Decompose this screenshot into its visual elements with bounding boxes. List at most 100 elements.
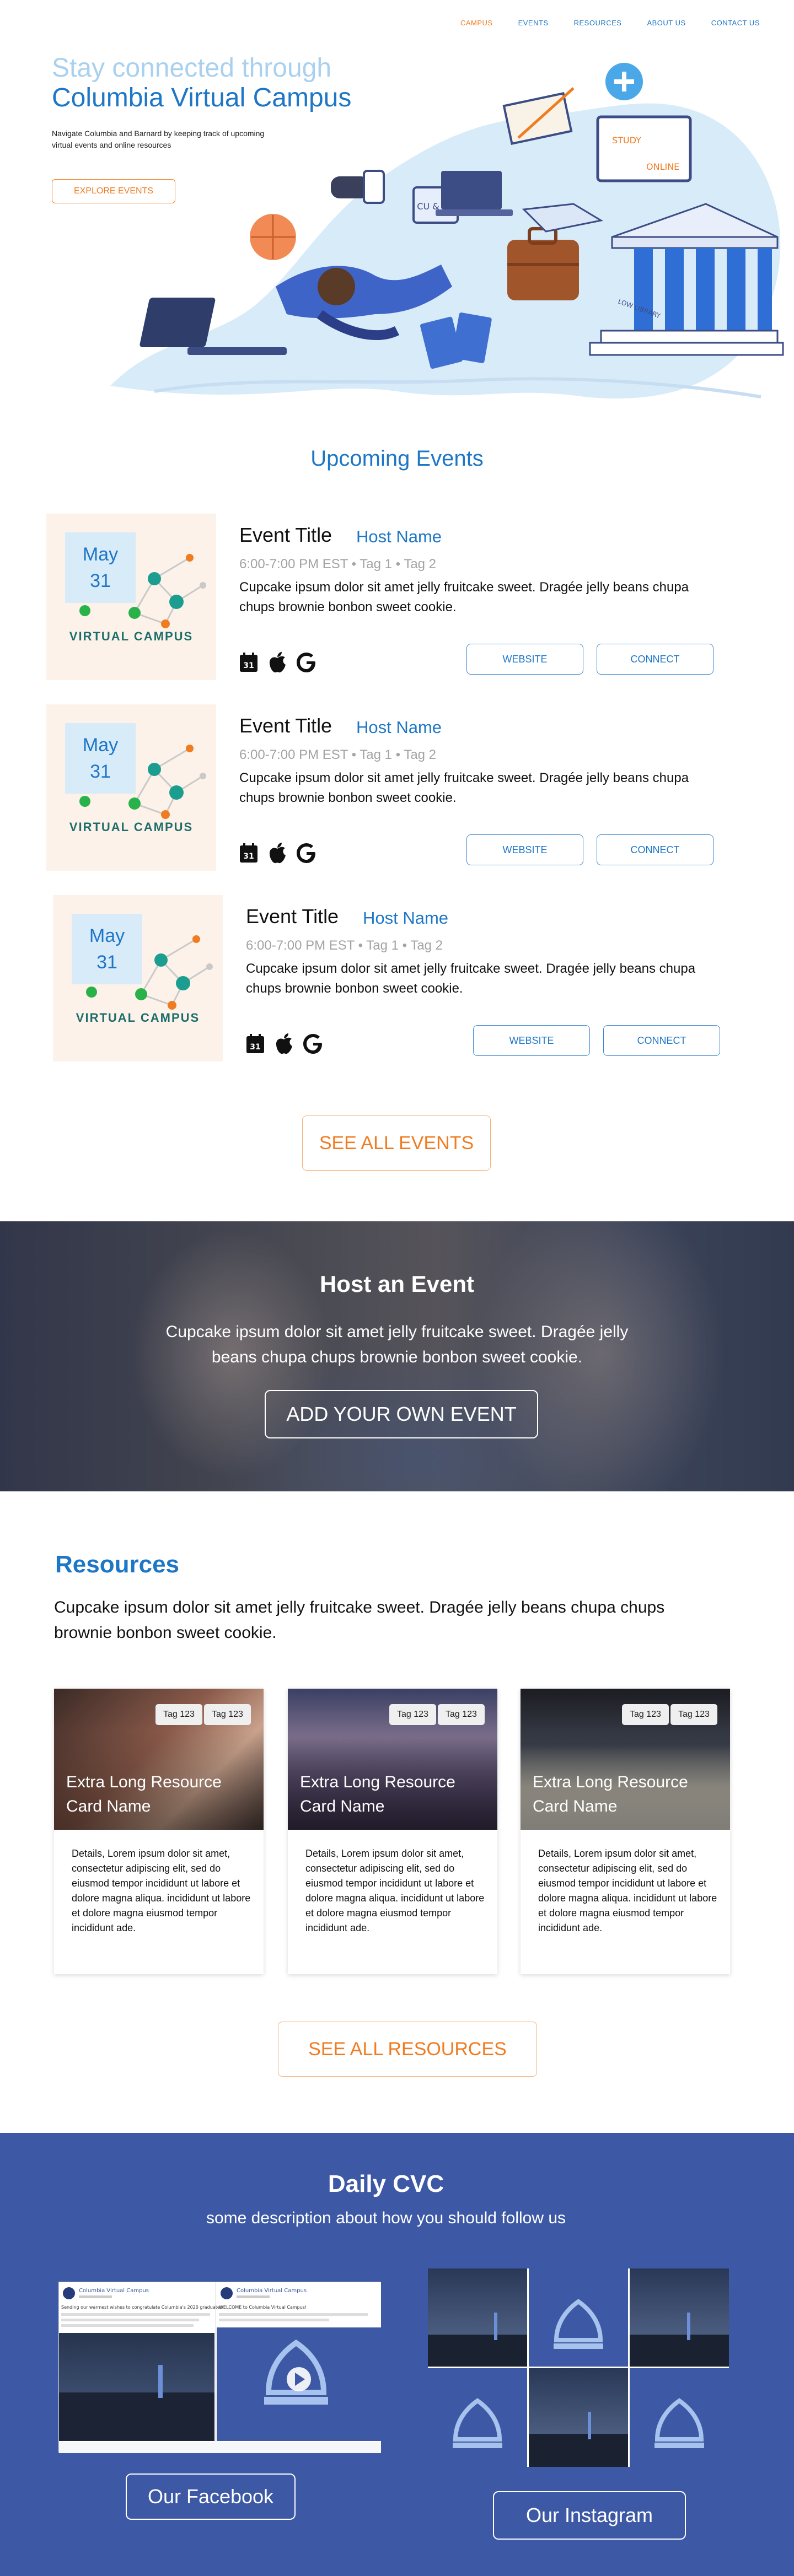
event-title: Event Title [246, 905, 339, 928]
facebook-posts-image: Columbia Virtual Campus Sending our warm… [59, 2282, 381, 2453]
resource-card[interactable]: Tag 123 Tag 123 Extra Long Resource Card… [521, 1689, 730, 1974]
event-website-button[interactable]: WEBSITE [473, 1025, 590, 1056]
instagram-grid-preview[interactable] [428, 2268, 729, 2467]
event-row: May 31 VIRTUAL CAMPUS Event Title Host N… [46, 514, 719, 680]
our-facebook-button[interactable]: Our Facebook [126, 2473, 296, 2520]
event-month: May [82, 544, 119, 565]
add-to-calendar-icons: 31 [239, 651, 316, 673]
event-date-badge: May 31 [72, 914, 142, 984]
event-title: Event Title [239, 524, 332, 546]
resources-title: Resources [55, 1551, 180, 1578]
svg-text:Sending our warmest wishes to: Sending our warmest wishes to congratula… [61, 2305, 224, 2310]
apple-icon[interactable] [268, 651, 287, 673]
nav-link-campus[interactable]: CAMPUS [460, 19, 493, 27]
event-host-link[interactable]: Host Name [363, 908, 448, 928]
facebook-feed-preview[interactable]: Columbia Virtual Campus Sending our warm… [58, 2282, 381, 2453]
resource-card-name: Extra Long Resource Card Name [300, 1773, 455, 1815]
plus-badge-icon [605, 63, 643, 100]
event-month: May [82, 735, 119, 756]
hero-illustration: CU & BC STUDY ONLINE LOW LIBRARY [110, 63, 784, 399]
see-all-events-button[interactable]: SEE ALL EVENTS [302, 1115, 491, 1171]
instagram-grid-image [428, 2268, 729, 2467]
resource-card[interactable]: Tag 123 Tag 123 Extra Long Resource Card… [54, 1689, 264, 1974]
daily-cvc-section: Daily CVC some description about how you… [0, 2133, 794, 2576]
event-date-badge: May 31 [65, 723, 136, 794]
svg-text:STUDY: STUDY [612, 135, 641, 145]
event-website-button[interactable]: WEBSITE [466, 834, 583, 865]
resource-card-image: Tag 123 Tag 123 Extra Long Resource Card… [54, 1689, 264, 1830]
resource-card-details: Details, Lorem ipsum dolor sit amet, con… [72, 1848, 251, 1933]
svg-text:Columbia Virtual Campus: Columbia Virtual Campus [237, 2288, 307, 2294]
event-description: Cupcake ipsum dolor sit amet jelly fruit… [239, 770, 689, 805]
our-instagram-button[interactable]: Our Instagram [493, 2491, 686, 2540]
svg-text:ONLINE: ONLINE [646, 161, 679, 172]
host-event-title: Host an Event [319, 1271, 475, 1297]
svg-text:31: 31 [243, 661, 254, 670]
resource-card[interactable]: Tag 123 Tag 123 Extra Long Resource Card… [288, 1689, 497, 1974]
top-nav: CAMPUS EVENTS RESOURCES ABOUT US CONTACT… [460, 19, 760, 27]
host-event-description: Cupcake ipsum dolor sit amet jelly fruit… [165, 1323, 629, 1366]
resource-tag: Tag 123 [438, 1704, 485, 1725]
virtual-campus-label: VIRTUAL CAMPUS [76, 1011, 200, 1025]
whiteboard-icon: STUDY ONLINE [596, 115, 692, 182]
add-to-calendar-icons: 31 [246, 1033, 323, 1055]
apple-icon[interactable] [268, 842, 287, 864]
resource-card-name: Extra Long Resource Card Name [533, 1773, 688, 1815]
resource-tag: Tag 123 [204, 1704, 251, 1725]
nav-link-events[interactable]: EVENTS [518, 19, 549, 27]
google-calendar-icon[interactable]: 31 [239, 653, 258, 672]
svg-text:WELCOME to Columbia Virtual Ca: WELCOME to Columbia Virtual Campus! [219, 2305, 307, 2310]
event-meta: 6:00-7:00 PM EST • Tag 1 • Tag 2 [246, 938, 443, 953]
svg-text:31: 31 [243, 852, 254, 861]
event-connect-button[interactable]: CONNECT [597, 834, 713, 865]
event-row: May 31 VIRTUAL CAMPUS Event Title Host N… [46, 704, 719, 871]
google-icon[interactable] [297, 653, 316, 672]
nav-link-resources[interactable]: RESOURCES [574, 19, 622, 27]
event-day: 31 [90, 761, 111, 782]
event-description: Cupcake ipsum dolor sit amet jelly fruit… [246, 961, 696, 996]
event-title: Event Title [239, 714, 332, 737]
add-event-button[interactable]: ADD YOUR OWN EVENT [265, 1390, 538, 1438]
google-icon[interactable] [297, 843, 316, 863]
resource-card-image: Tag 123 Tag 123 Extra Long Resource Card… [288, 1689, 497, 1830]
event-date-badge: May 31 [65, 532, 136, 603]
event-day: 31 [96, 952, 117, 973]
event-row: May 31 VIRTUAL CAMPUS Event Title Host N… [53, 895, 726, 1061]
resource-tag: Tag 123 [155, 1704, 202, 1725]
virtual-campus-label: VIRTUAL CAMPUS [69, 820, 194, 834]
event-host-link[interactable]: Host Name [356, 527, 442, 547]
resource-tag: Tag 123 [622, 1704, 669, 1725]
event-month: May [89, 925, 125, 946]
event-thumbnail: May 31 VIRTUAL CAMPUS [46, 514, 216, 680]
event-connect-button[interactable]: CONNECT [597, 644, 713, 675]
google-icon[interactable] [303, 1034, 323, 1054]
google-calendar-icon[interactable]: 31 [246, 1034, 265, 1054]
event-description: Cupcake ipsum dolor sit amet jelly fruit… [239, 580, 689, 615]
svg-text:Columbia Virtual Campus: Columbia Virtual Campus [79, 2288, 149, 2294]
nav-link-about-us[interactable]: ABOUT US [647, 19, 685, 27]
event-website-button[interactable]: WEBSITE [466, 644, 583, 675]
event-meta: 6:00-7:00 PM EST • Tag 1 • Tag 2 [239, 747, 437, 762]
google-calendar-icon[interactable]: 31 [239, 843, 258, 863]
event-meta: 6:00-7:00 PM EST • Tag 1 • Tag 2 [239, 557, 437, 572]
basketball-icon [250, 214, 296, 260]
nav-link-contact-us[interactable]: CONTACT US [711, 19, 760, 27]
resource-tag: Tag 123 [389, 1704, 436, 1725]
host-event-banner: Host an Event Cupcake ipsum dolor sit am… [0, 1221, 794, 1491]
events-section-title: Upcoming Events [310, 446, 484, 471]
resources-description: Cupcake ipsum dolor sit amet jelly fruit… [54, 1598, 665, 1642]
event-thumbnail: May 31 VIRTUAL CAMPUS [53, 895, 223, 1061]
daily-subtitle: some description about how you should fo… [206, 2209, 566, 2227]
resource-card-image: Tag 123 Tag 123 Extra Long Resource Card… [521, 1689, 730, 1830]
event-host-link[interactable]: Host Name [356, 718, 442, 737]
resource-tag: Tag 123 [670, 1704, 717, 1725]
event-connect-button[interactable]: CONNECT [603, 1025, 720, 1056]
resource-card-name: Extra Long Resource Card Name [66, 1773, 222, 1815]
resource-card-details: Details, Lorem ipsum dolor sit amet, con… [305, 1848, 485, 1933]
see-all-resources-button[interactable]: SEE ALL RESOURCES [278, 2022, 537, 2077]
resource-card-details: Details, Lorem ipsum dolor sit amet, con… [538, 1848, 717, 1933]
event-day: 31 [90, 570, 111, 591]
apple-icon[interactable] [275, 1033, 293, 1055]
phone-icon [363, 170, 385, 204]
daily-title: Daily CVC [328, 2170, 444, 2197]
